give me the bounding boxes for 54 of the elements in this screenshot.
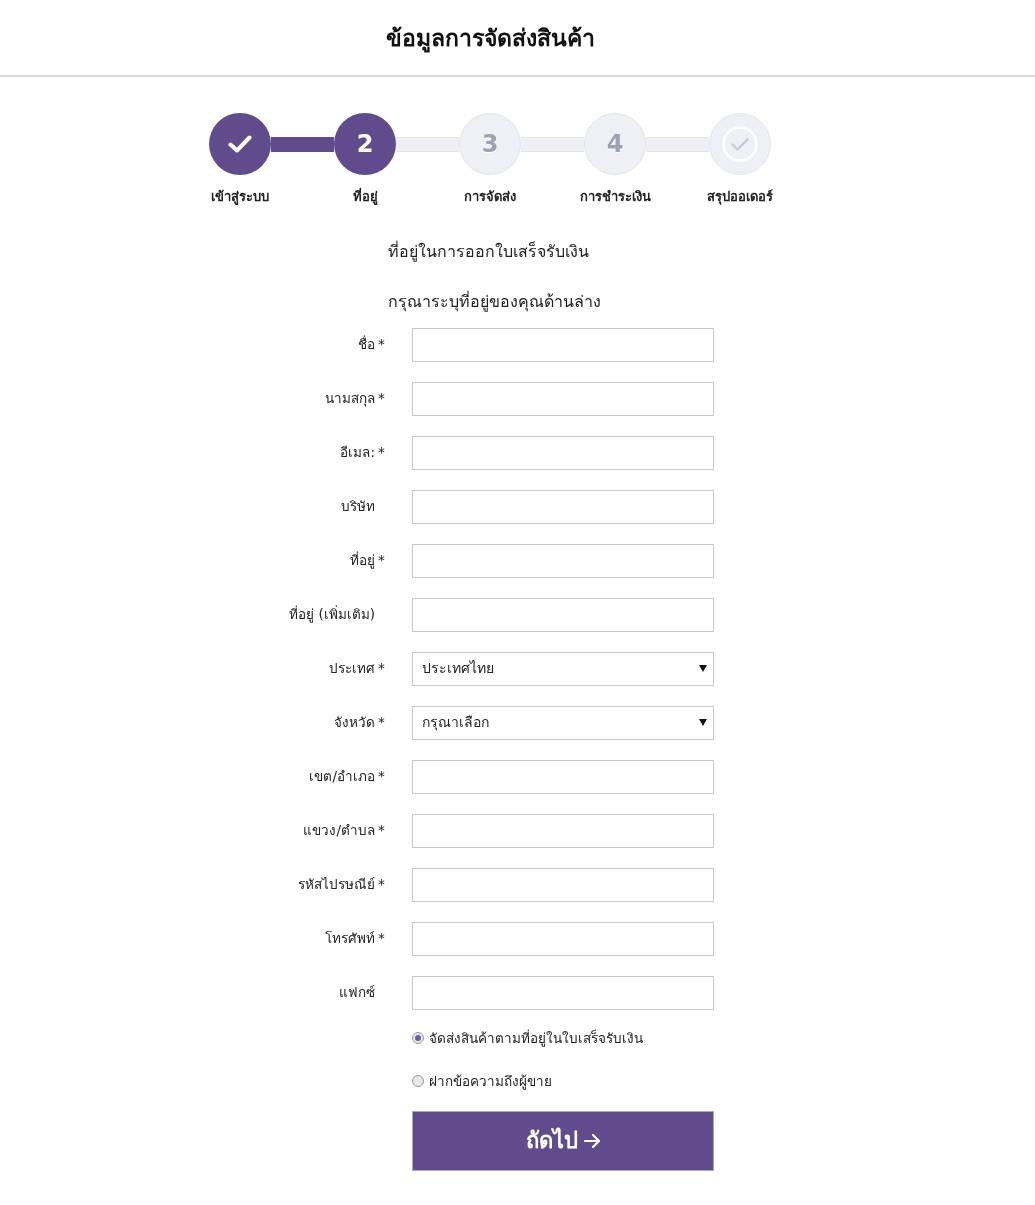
required-mark: * [378,929,386,949]
field-label: แขวง/ตำบล [303,821,375,841]
caret-down-icon [699,665,707,672]
required-mark: * [378,335,386,355]
required-mark: * [378,443,386,463]
required-mark: * [378,875,386,895]
page-title: ข้อมูลการจัดส่งสินค้า [385,24,595,55]
required-mark: * [378,551,386,571]
radio-button[interactable] [412,1075,424,1087]
form-instruction: กรุณาระบุที่อยู่ของคุณด้านล่าง [388,290,602,313]
step-label: การชำระเงิน [579,188,651,206]
text-input[interactable] [412,543,714,578]
field-label: ประเทศ [329,659,375,679]
required-mark: * [378,821,386,841]
check-circle-icon [722,126,758,162]
text-input[interactable] [412,435,714,470]
arrow-right-icon [583,1133,601,1148]
step-label: ที่อยู่ [352,187,378,207]
radio-label[interactable]: ฝากข้อความถึงผู้ขาย [429,1070,552,1092]
field-label: ชื่อ [358,334,375,355]
field-label: เขต/อำเภอ [309,767,375,787]
step-label: เข้าสู่ระบบ [211,188,269,207]
text-input[interactable] [412,921,714,956]
text-input[interactable] [412,759,714,794]
text-input[interactable] [412,327,714,362]
caret-down-icon [699,719,707,726]
text-input[interactable] [412,813,714,848]
field-label: ที่อยู่ [350,550,375,571]
form-heading: ที่อยู่ในการออกใบเสร็จรับเงิน [388,240,590,263]
field-label: อีเมล: [340,443,375,463]
step-label: การจัดส่ง [464,188,516,206]
text-input[interactable] [412,489,714,524]
required-mark: * [378,713,386,733]
text-input[interactable] [412,381,714,416]
radio-button[interactable] [412,1032,424,1044]
field-label: แฟกซ์ [339,983,375,1003]
dropdown-field[interactable]: กรุณาเลือก [412,705,714,740]
required-mark: * [378,389,386,409]
radio-label[interactable]: จัดส่งสินค้าตามที่อยู่ในใบเสร็จรับเงิน [429,1027,643,1049]
field-label: จังหวัด [334,713,375,733]
required-mark: * [378,659,386,679]
step-label: สรุปออเดอร์ [707,188,773,207]
field-label: นามสกุล [325,389,375,409]
required-mark: * [378,767,386,787]
text-input[interactable] [412,597,714,632]
field-label: รหัสไปรษณีย์ [298,875,375,895]
field-label: โทรศัพท์ [325,929,375,949]
field-label: บริษัท [341,497,375,517]
text-input[interactable] [412,867,714,902]
text-input[interactable] [412,975,714,1010]
dropdown-field[interactable]: ประเทศไทย [412,651,714,686]
check-icon [228,135,252,153]
field-label: ที่อยู่ (เพิ่มเติม) [289,604,375,625]
next-button[interactable]: ถัดไป [412,1110,714,1171]
